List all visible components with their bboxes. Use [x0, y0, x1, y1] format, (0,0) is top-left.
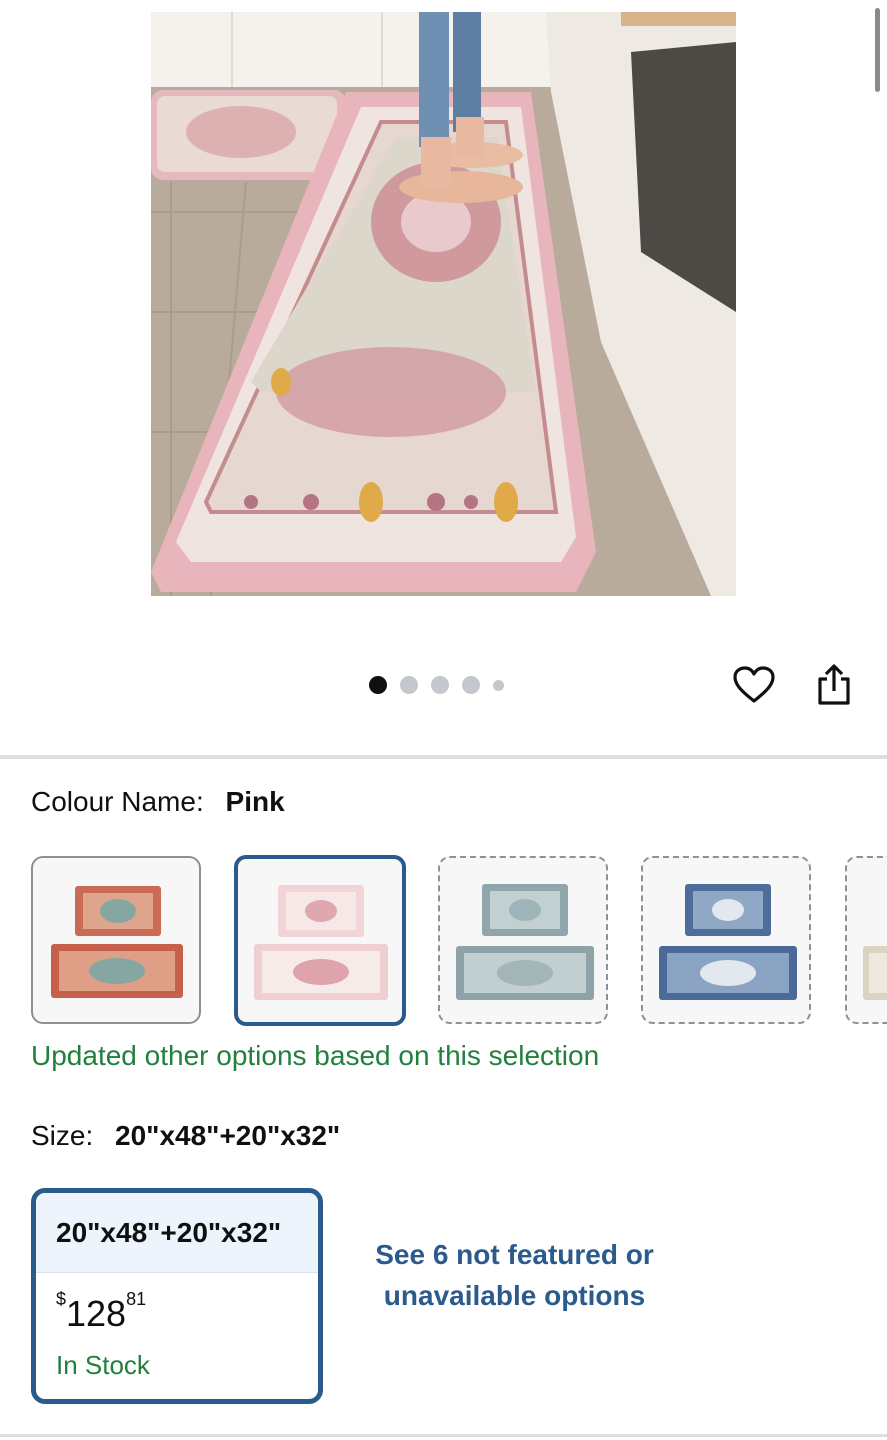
- size-option-card[interactable]: 20"x48"+20"x32" $12881 In Stock: [31, 1188, 323, 1404]
- swatch-image: [51, 886, 183, 998]
- carousel-indicator[interactable]: [369, 676, 504, 694]
- size-option-price: $12881: [56, 1289, 146, 1335]
- colour-swatch-red[interactable]: [31, 856, 201, 1024]
- heart-icon: [733, 666, 775, 703]
- size-value: 20"x48"+20"x32": [115, 1120, 341, 1151]
- price-currency: $: [56, 1289, 67, 1309]
- price-whole: 128: [66, 1293, 127, 1334]
- size-row: Size: 20"x48"+20"x32": [31, 1120, 340, 1152]
- colour-name-row: Colour Name: Pink: [31, 786, 285, 818]
- selection-update-message: Updated other options based on this sele…: [31, 1040, 600, 1071]
- carousel-dot[interactable]: [369, 676, 387, 694]
- see-more-options-link[interactable]: See 6 not featured or unavailable option…: [362, 1234, 667, 1316]
- share-icon: [818, 664, 850, 705]
- colour-swatch-blue[interactable]: [641, 856, 811, 1024]
- colour-label: Colour Name:: [31, 786, 204, 817]
- scrollbar[interactable]: [875, 8, 880, 92]
- carousel-dot[interactable]: [462, 676, 480, 694]
- colour-swatch-beige[interactable]: [845, 856, 887, 1024]
- rug-photo: [151, 12, 736, 596]
- carousel-dot[interactable]: [431, 676, 449, 694]
- colour-value: Pink: [225, 786, 285, 817]
- carousel-dot[interactable]: [493, 679, 504, 691]
- swatch-image: [659, 884, 797, 1000]
- size-label: Size:: [31, 1120, 94, 1151]
- section-divider: [0, 1434, 887, 1437]
- availability-status: In Stock: [56, 1350, 150, 1380]
- size-option-title: 20"x48"+20"x32": [36, 1193, 318, 1273]
- price-fraction: 81: [126, 1289, 147, 1309]
- product-image[interactable]: [151, 12, 736, 596]
- swatch-image: [456, 884, 594, 1000]
- section-divider: [0, 755, 887, 759]
- colour-swatch-pink[interactable]: [234, 855, 406, 1026]
- swatch-image: [863, 946, 887, 1000]
- swatch-image: [254, 885, 388, 1000]
- favourite-button[interactable]: [731, 662, 777, 708]
- colour-swatch-teal[interactable]: [438, 856, 608, 1024]
- carousel-dot[interactable]: [400, 676, 418, 694]
- share-button[interactable]: [811, 662, 857, 708]
